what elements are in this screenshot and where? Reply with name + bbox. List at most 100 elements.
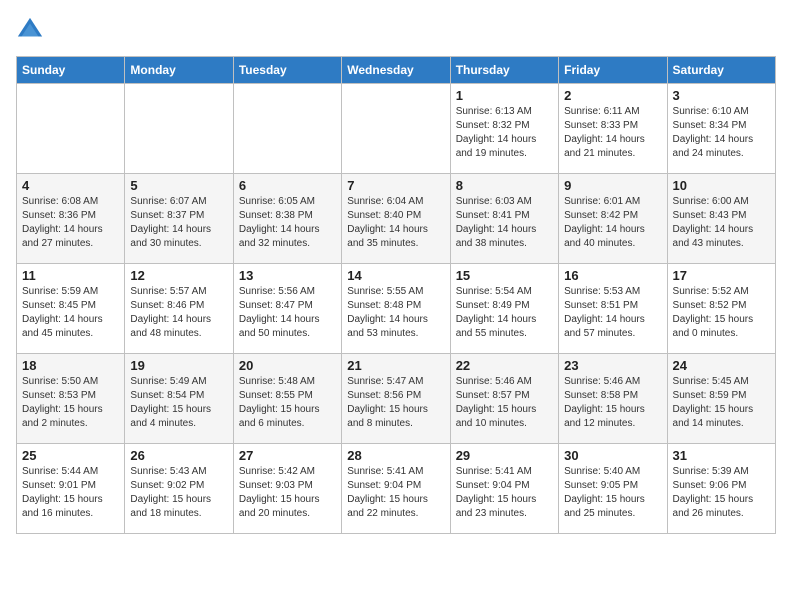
day-number: 27 [239,448,336,463]
day-cell: 19 Sunrise: 5:49 AMSunset: 8:54 PMDayligh… [125,354,233,444]
header-day-thursday: Thursday [450,57,558,84]
day-number: 10 [673,178,770,193]
day-info: Sunrise: 5:48 AMSunset: 8:55 PMDaylight:… [239,375,336,431]
day-number: 19 [130,358,227,373]
header-day-monday: Monday [125,57,233,84]
calendar-table: SundayMondayTuesdayWednesdayThursdayFrid… [16,56,776,534]
day-number: 14 [347,268,444,283]
day-number: 12 [130,268,227,283]
day-cell: 18 Sunrise: 5:50 AMSunset: 8:53 PMDayligh… [17,354,125,444]
day-info: Sunrise: 5:50 AMSunset: 8:53 PMDaylight:… [22,375,119,431]
day-cell: 6 Sunrise: 6:05 AMSunset: 8:38 PMDaylight… [233,174,341,264]
day-number: 2 [564,88,661,103]
day-cell: 22 Sunrise: 5:46 AMSunset: 8:57 PMDayligh… [450,354,558,444]
day-number: 17 [673,268,770,283]
day-info: Sunrise: 5:59 AMSunset: 8:45 PMDaylight:… [22,285,119,341]
calendar-header: SundayMondayTuesdayWednesdayThursdayFrid… [17,57,776,84]
day-number: 22 [456,358,553,373]
day-cell [233,84,341,174]
day-number: 18 [22,358,119,373]
day-number: 9 [564,178,661,193]
week-row-2: 4 Sunrise: 6:08 AMSunset: 8:36 PMDaylight… [17,174,776,264]
header-row: SundayMondayTuesdayWednesdayThursdayFrid… [17,57,776,84]
day-info: Sunrise: 5:57 AMSunset: 8:46 PMDaylight:… [130,285,227,341]
day-info: Sunrise: 6:01 AMSunset: 8:42 PMDaylight:… [564,195,661,251]
day-info: Sunrise: 6:04 AMSunset: 8:40 PMDaylight:… [347,195,444,251]
day-number: 5 [130,178,227,193]
day-info: Sunrise: 5:43 AMSunset: 9:02 PMDaylight:… [130,465,227,521]
day-info: Sunrise: 6:10 AMSunset: 8:34 PMDaylight:… [673,105,770,161]
day-info: Sunrise: 5:46 AMSunset: 8:58 PMDaylight:… [564,375,661,431]
day-info: Sunrise: 5:54 AMSunset: 8:49 PMDaylight:… [456,285,553,341]
day-number: 21 [347,358,444,373]
day-cell: 16 Sunrise: 5:53 AMSunset: 8:51 PMDayligh… [559,264,667,354]
day-number: 8 [456,178,553,193]
day-cell: 14 Sunrise: 5:55 AMSunset: 8:48 PMDayligh… [342,264,450,354]
day-info: Sunrise: 5:47 AMSunset: 8:56 PMDaylight:… [347,375,444,431]
header-day-sunday: Sunday [17,57,125,84]
day-cell: 12 Sunrise: 5:57 AMSunset: 8:46 PMDayligh… [125,264,233,354]
day-number: 25 [22,448,119,463]
day-cell: 8 Sunrise: 6:03 AMSunset: 8:41 PMDaylight… [450,174,558,264]
day-cell: 31Sunrise: 5:39 AMSunset: 9:06 PMDayligh… [667,444,775,534]
day-cell: 21 Sunrise: 5:47 AMSunset: 8:56 PMDayligh… [342,354,450,444]
logo [16,16,48,44]
day-cell: 9 Sunrise: 6:01 AMSunset: 8:42 PMDaylight… [559,174,667,264]
day-info: Sunrise: 6:11 AMSunset: 8:33 PMDaylight:… [564,105,661,161]
day-cell: 11 Sunrise: 5:59 AMSunset: 8:45 PMDayligh… [17,264,125,354]
day-number: 4 [22,178,119,193]
day-number: 7 [347,178,444,193]
calendar-body: 1 Sunrise: 6:13 AMSunset: 8:32 PMDaylight… [17,84,776,534]
day-number: 1 [456,88,553,103]
day-cell: 30Sunrise: 5:40 AMSunset: 9:05 PMDayligh… [559,444,667,534]
day-cell [125,84,233,174]
day-info: Sunrise: 5:42 AMSunset: 9:03 PMDaylight:… [239,465,336,521]
day-cell: 29 Sunrise: 5:41 AMSunset: 9:04 PMDayligh… [450,444,558,534]
day-info: Sunrise: 5:56 AMSunset: 8:47 PMDaylight:… [239,285,336,341]
day-cell [342,84,450,174]
day-cell: 1 Sunrise: 6:13 AMSunset: 8:32 PMDaylight… [450,84,558,174]
day-number: 3 [673,88,770,103]
page-header [16,16,776,44]
day-info: Sunrise: 5:41 AMSunset: 9:04 PMDaylight:… [456,465,553,521]
day-cell: 4 Sunrise: 6:08 AMSunset: 8:36 PMDaylight… [17,174,125,264]
day-number: 20 [239,358,336,373]
logo-icon [16,16,44,44]
week-row-3: 11 Sunrise: 5:59 AMSunset: 8:45 PMDayligh… [17,264,776,354]
day-info: Sunrise: 5:40 AMSunset: 9:05 PMDaylight:… [564,465,661,521]
day-cell: 24Sunrise: 5:45 AMSunset: 8:59 PMDayligh… [667,354,775,444]
day-info: Sunrise: 6:05 AMSunset: 8:38 PMDaylight:… [239,195,336,251]
day-number: 13 [239,268,336,283]
day-info: Sunrise: 6:03 AMSunset: 8:41 PMDaylight:… [456,195,553,251]
header-day-wednesday: Wednesday [342,57,450,84]
day-cell: 25 Sunrise: 5:44 AMSunset: 9:01 PMDayligh… [17,444,125,534]
day-number: 6 [239,178,336,193]
day-number: 24 [673,358,770,373]
day-info: Sunrise: 6:00 AMSunset: 8:43 PMDaylight:… [673,195,770,251]
day-number: 29 [456,448,553,463]
day-info: Sunrise: 6:08 AMSunset: 8:36 PMDaylight:… [22,195,119,251]
day-number: 11 [22,268,119,283]
day-info: Sunrise: 6:07 AMSunset: 8:37 PMDaylight:… [130,195,227,251]
day-number: 16 [564,268,661,283]
day-info: Sunrise: 5:55 AMSunset: 8:48 PMDaylight:… [347,285,444,341]
day-cell: 15 Sunrise: 5:54 AMSunset: 8:49 PMDayligh… [450,264,558,354]
day-info: Sunrise: 5:46 AMSunset: 8:57 PMDaylight:… [456,375,553,431]
day-info: Sunrise: 5:52 AMSunset: 8:52 PMDaylight:… [673,285,770,341]
day-number: 31 [673,448,770,463]
day-cell: 2 Sunrise: 6:11 AMSunset: 8:33 PMDaylight… [559,84,667,174]
day-cell: 10 Sunrise: 6:00 AMSunset: 8:43 PMDayligh… [667,174,775,264]
day-cell: 7 Sunrise: 6:04 AMSunset: 8:40 PMDaylight… [342,174,450,264]
day-cell: 23Sunrise: 5:46 AMSunset: 8:58 PMDayligh… [559,354,667,444]
day-info: Sunrise: 5:49 AMSunset: 8:54 PMDaylight:… [130,375,227,431]
day-number: 15 [456,268,553,283]
day-info: Sunrise: 5:44 AMSunset: 9:01 PMDaylight:… [22,465,119,521]
day-number: 26 [130,448,227,463]
day-info: Sunrise: 6:13 AMSunset: 8:32 PMDaylight:… [456,105,553,161]
day-cell: 5 Sunrise: 6:07 AMSunset: 8:37 PMDaylight… [125,174,233,264]
day-cell: 28Sunrise: 5:41 AMSunset: 9:04 PMDayligh… [342,444,450,534]
week-row-5: 25 Sunrise: 5:44 AMSunset: 9:01 PMDayligh… [17,444,776,534]
day-info: Sunrise: 5:53 AMSunset: 8:51 PMDaylight:… [564,285,661,341]
week-row-1: 1 Sunrise: 6:13 AMSunset: 8:32 PMDaylight… [17,84,776,174]
day-cell: 17 Sunrise: 5:52 AMSunset: 8:52 PMDayligh… [667,264,775,354]
